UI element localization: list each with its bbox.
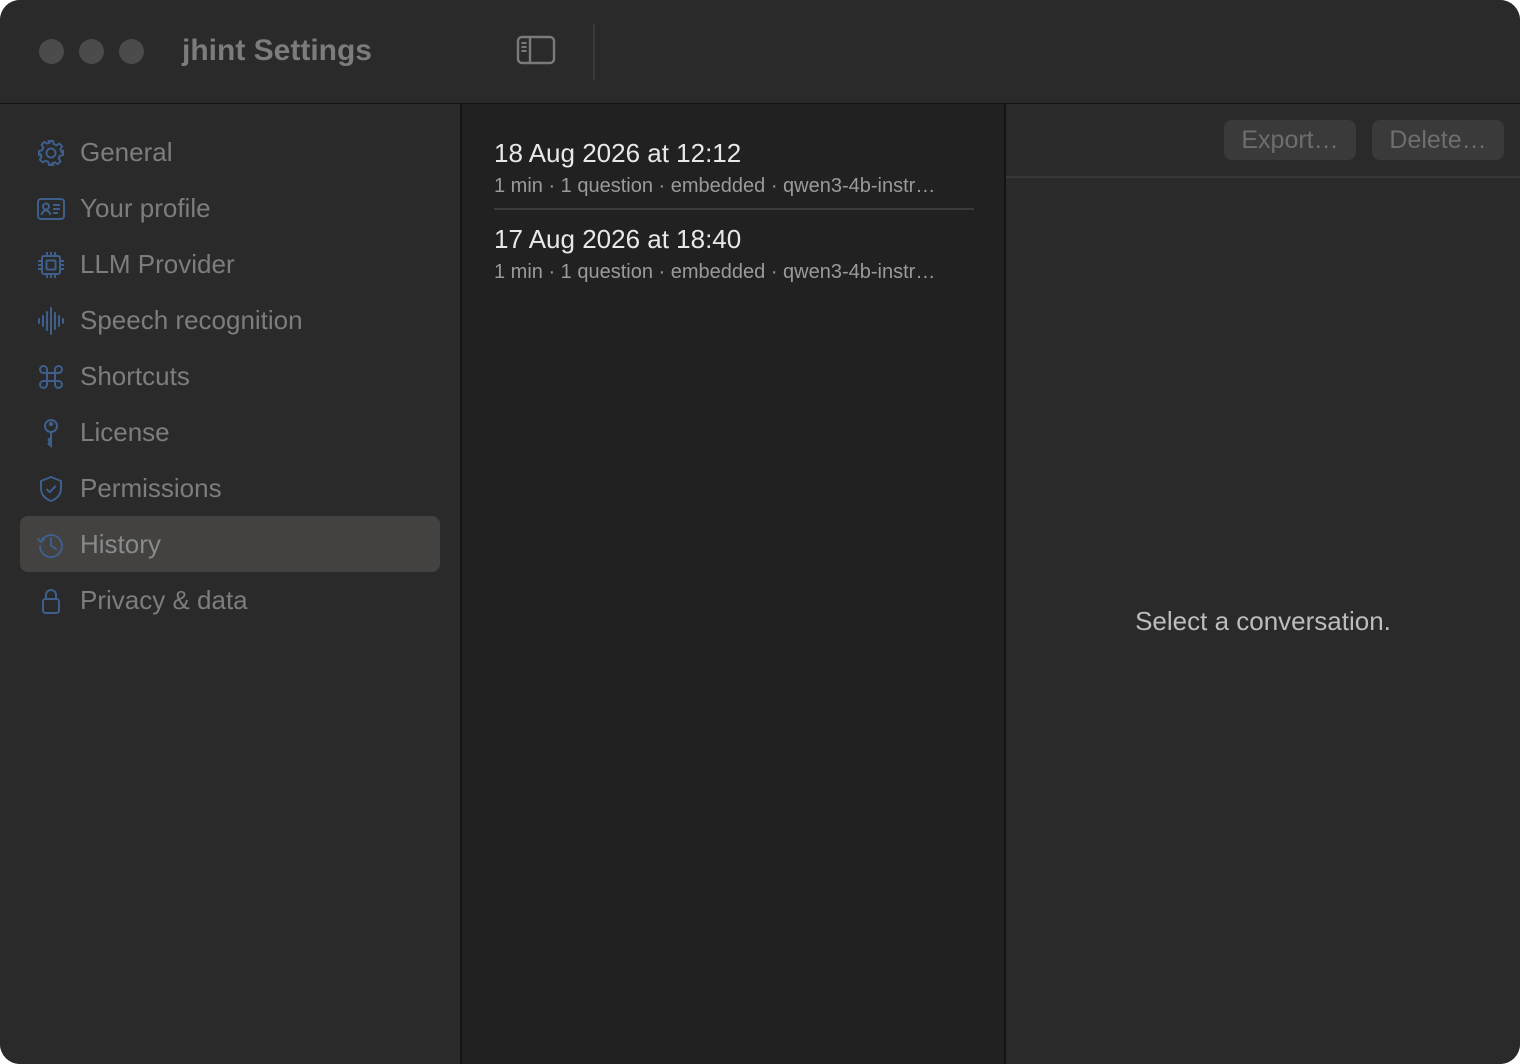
conversation-meta: 1 min · 1 question · embedded · qwen3-4b… [494,261,936,283]
detail-toolbar: Export… Delete… [1006,104,1520,178]
sidebar-item-history[interactable]: History [20,516,440,572]
sidebar-item-label: Your profile [80,193,211,223]
sidebar-item-label: Privacy & data [80,585,248,615]
sidebar-item-shortcuts[interactable]: Shortcuts [20,348,440,404]
conversation-detail: Export… Delete… Select a conversation. [1006,104,1520,1064]
sidebar-item-permissions[interactable]: Permissions [20,460,440,516]
close-window-button[interactable] [39,39,64,64]
sidebar-item-general[interactable]: General [20,124,440,180]
sidebar-item-label: Permissions [80,473,222,503]
sidebar: General Your profile LLM Provider Speech… [0,104,460,1064]
sidebar-icon [516,35,556,65]
conversation-title: 18 Aug 2026 at 12:12 [494,138,742,168]
conversation-row[interactable]: 18 Aug 2026 at 12:12 1 min · 1 question … [494,104,974,197]
sidebar-item-profile[interactable]: Your profile [20,180,440,236]
export-button[interactable]: Export… [1224,120,1356,160]
gear-icon [36,138,66,168]
conversation-title: 17 Aug 2026 at 18:40 [494,224,742,254]
cpu-icon [36,250,66,280]
sidebar-item-license[interactable]: License [20,404,440,460]
delete-button[interactable]: Delete… [1372,120,1504,160]
shield-check-icon [36,474,66,504]
zoom-window-button[interactable] [119,39,144,64]
title-bar: jhint Settings [0,0,1520,104]
conversation-row[interactable]: 17 Aug 2026 at 18:40 1 min · 1 question … [494,190,974,283]
minimize-window-button[interactable] [79,39,104,64]
sidebar-toggle-button[interactable] [516,34,556,66]
sidebar-item-speech-recognition[interactable]: Speech recognition [20,292,440,348]
sidebar-item-label: License [80,417,170,447]
sidebar-item-label: Speech recognition [80,305,303,335]
command-icon [36,362,66,392]
lock-icon [36,586,66,616]
sidebar-item-label: General [80,137,173,167]
sidebar-item-privacy[interactable]: Privacy & data [20,572,440,628]
key-icon [36,418,66,448]
sidebar-item-llm-provider[interactable]: LLM Provider [20,236,440,292]
toolbar-divider [593,24,595,80]
empty-state-message: Select a conversation. [1135,606,1391,636]
conversation-list: 18 Aug 2026 at 12:12 1 min · 1 question … [462,104,1004,1064]
sidebar-item-label: Shortcuts [80,361,190,391]
clock-history-icon [36,530,66,560]
settings-window: jhint Settings General Your profile LLM … [0,0,1520,1064]
window-title: jhint Settings [182,34,372,67]
waveform-icon [36,306,66,336]
sidebar-item-label: LLM Provider [80,249,235,279]
person-card-icon [36,194,66,224]
sidebar-item-label: History [80,529,161,559]
